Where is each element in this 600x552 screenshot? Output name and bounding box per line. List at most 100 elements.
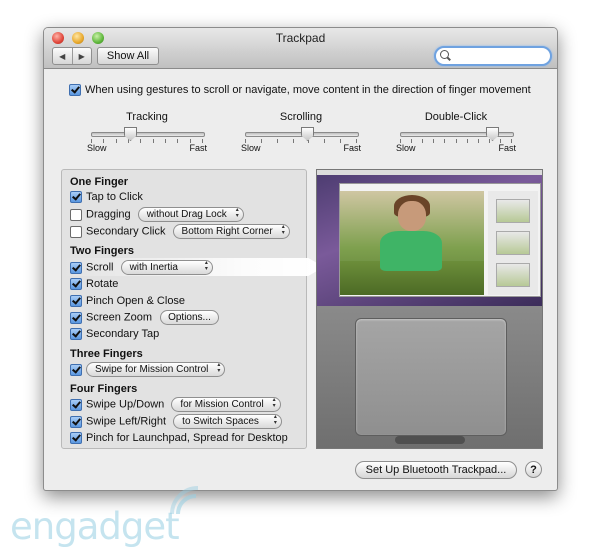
trackpad-preferences-window: Trackpad ◀ ▶ Show All When using gesture… (43, 27, 558, 491)
swipe-leftright-popup[interactable]: to Switch Spaces (173, 414, 282, 429)
slider-tick (165, 139, 166, 143)
scroll-option[interactable]: Scroll with Inertia (70, 260, 213, 275)
preview-thumbnails (488, 191, 538, 295)
slider-tick (467, 139, 468, 143)
preview-menu-bar (317, 170, 542, 175)
engadget-watermark: engadget (10, 505, 180, 548)
secondary-click-checkbox[interactable] (70, 225, 82, 238)
gesture-direction-checkbox[interactable] (69, 84, 81, 97)
three-finger-swipe-option[interactable]: Swipe for Mission Control (70, 362, 226, 377)
back-button[interactable]: ◀ (53, 48, 73, 64)
screen-zoom-option[interactable]: Screen Zoom Options... (70, 310, 219, 325)
pinch-checkbox[interactable] (70, 295, 82, 308)
search-input[interactable] (453, 49, 543, 62)
scrolling-ticks (245, 139, 357, 144)
scrolling-min-label: Slow (241, 143, 261, 153)
slider-tick (422, 139, 423, 143)
preview-trackpad (317, 306, 542, 448)
three-finger-swipe-popup[interactable]: Swipe for Mission Control (86, 362, 226, 377)
help-button[interactable]: ? (525, 461, 542, 478)
tracking-slider[interactable]: Tracking Slow Fast (87, 111, 207, 153)
show-all-button[interactable]: Show All (97, 47, 159, 65)
search-field[interactable] (434, 46, 552, 66)
scroll-inertia-popup[interactable]: with Inertia (120, 260, 213, 275)
dragging-checkbox[interactable] (70, 208, 82, 221)
slider-tick (140, 139, 141, 143)
preview-screen (317, 170, 542, 306)
pinch-option[interactable]: Pinch Open & Close (70, 294, 185, 309)
forward-button[interactable]: ▶ (73, 48, 92, 64)
double-click-ticks (400, 139, 512, 144)
tracking-label: Tracking (126, 111, 168, 123)
scroll-label: Scroll (86, 261, 114, 274)
swipe-updown-popup[interactable]: for Mission Control (171, 397, 281, 412)
swipe-updown-option[interactable]: Swipe Up/Down for Mission Control (70, 397, 281, 412)
title-bar: Trackpad ◀ ▶ Show All (44, 28, 557, 69)
slider-tick (456, 139, 457, 143)
tap-to-click-label: Tap to Click (86, 191, 143, 203)
slider-tick (478, 139, 479, 143)
thumbnail (496, 263, 530, 287)
rotate-checkbox[interactable] (70, 278, 82, 291)
gesture-direction-label: When using gestures to scroll or navigat… (85, 84, 531, 96)
trackpad-surface (355, 318, 507, 436)
slider-tick (177, 139, 178, 143)
screen-zoom-options-button[interactable]: Options... (160, 310, 219, 325)
tap-to-click-option[interactable]: Tap to Click (70, 190, 143, 205)
slider-tick (116, 139, 117, 143)
double-click-slider[interactable]: Double-Click Slow Fast (396, 111, 516, 153)
forward-arrow-icon: ▶ (78, 51, 85, 61)
slider-tick (277, 139, 278, 143)
screen-zoom-label: Screen Zoom (86, 311, 153, 324)
swipe-leftright-option[interactable]: Swipe Left/Right to Switch Spaces (70, 414, 282, 429)
double-click-min-label: Slow (396, 143, 416, 153)
scroll-checkbox[interactable] (70, 261, 82, 274)
scrolling-slider[interactable]: Scrolling Slow Fast (241, 111, 361, 153)
secondary-click-popup[interactable]: Bottom Right Corner (172, 224, 290, 239)
slider-tick (444, 139, 445, 143)
slider-tick (128, 139, 129, 143)
swipe-leftright-checkbox[interactable] (70, 415, 82, 428)
one-finger-heading: One Finger (70, 176, 129, 188)
rotate-label: Rotate (86, 278, 119, 290)
slider-tick (324, 139, 325, 143)
slider-tick (489, 139, 490, 143)
rotate-option[interactable]: Rotate (70, 277, 118, 292)
screen-zoom-checkbox[interactable] (70, 311, 82, 324)
set-up-bluetooth-trackpad-button[interactable]: Set Up Bluetooth Trackpad... (355, 461, 517, 479)
pinch-launchpad-option[interactable]: Pinch for Launchpad, Spread for Desktop (70, 431, 288, 446)
back-arrow-icon: ◀ (59, 51, 66, 61)
four-fingers-heading: Four Fingers (70, 383, 138, 395)
preview-photo (340, 191, 484, 295)
slider-tick (293, 139, 294, 143)
secondary-tap-checkbox[interactable] (70, 328, 82, 341)
tracking-ticks (91, 139, 203, 144)
swipe-updown-label: Swipe Up/Down (86, 398, 165, 411)
dragging-label: Dragging (86, 208, 131, 221)
tap-to-click-checkbox[interactable] (70, 191, 82, 204)
secondary-tap-label: Secondary Tap (86, 328, 160, 340)
search-icon (440, 50, 449, 59)
tracking-min-label: Slow (87, 143, 107, 153)
gesture-direction-preference[interactable]: When using gestures to scroll or navigat… (69, 84, 531, 97)
double-click-label: Double-Click (424, 111, 488, 123)
tracking-track[interactable] (91, 132, 205, 137)
gestures-list-panel: One Finger Tap to Click Dragging without… (61, 169, 324, 449)
two-fingers-heading: Two Fingers (70, 245, 134, 257)
pinch-launchpad-label: Pinch for Launchpad, Spread for Desktop (86, 432, 288, 444)
slider-tick (340, 139, 341, 143)
back-forward-buttons: ◀ ▶ (52, 47, 92, 65)
window-title: Trackpad (275, 31, 326, 45)
slider-tick (153, 139, 154, 143)
drag-lock-popup[interactable]: without Drag Lock (137, 207, 244, 222)
three-finger-swipe-checkbox[interactable] (70, 363, 82, 376)
secondary-tap-option[interactable]: Secondary Tap (70, 327, 159, 342)
slider-tick (433, 139, 434, 143)
pinch-launchpad-checkbox[interactable] (70, 432, 82, 445)
scrolling-max-label: Fast (343, 143, 361, 153)
dragging-option[interactable]: Dragging without Drag Lock (70, 207, 244, 222)
swipe-updown-checkbox[interactable] (70, 398, 82, 411)
scrolling-label: Scrolling (279, 111, 323, 123)
preview-app-window (339, 183, 541, 297)
secondary-click-option[interactable]: Secondary Click Bottom Right Corner (70, 224, 290, 239)
